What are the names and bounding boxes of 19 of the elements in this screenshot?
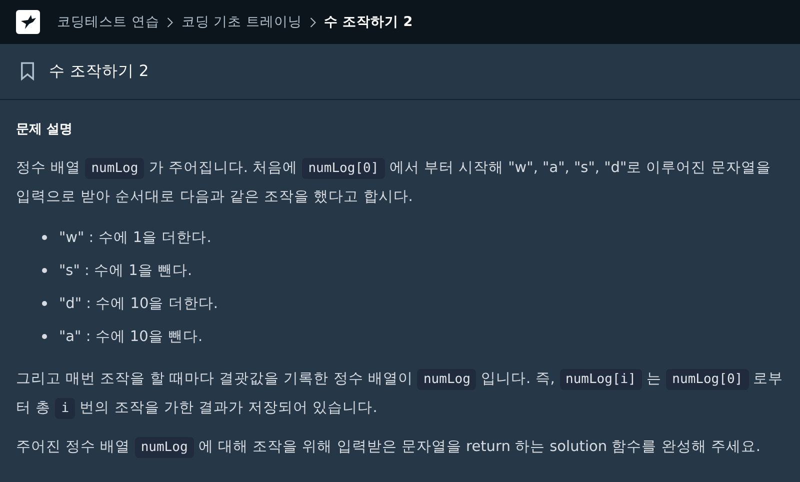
breadcrumb-link[interactable]: 수 조작하기 2	[324, 13, 413, 31]
paragraph: 정수 배열 numLog 가 주어집니다. 처음에 numLog[0] 에서 부터 시작해 "w", "a", "s", "d"로 이루어진 문자열을 입력으로 받아 순서대로 다음과 같은 조작을 했다고 합시다.	[16, 157, 772, 207]
bookmark-icon[interactable]	[20, 62, 35, 81]
chevron-icon	[310, 16, 316, 28]
bullet-icon	[42, 268, 47, 273]
section-title: 문제 설명	[16, 121, 74, 138]
list-item: "d" : 수에 10을 더한다.	[59, 295, 218, 313]
paragraph: 주어진 정수 배열 numLog 에 대해 조작을 위해 입력받은 문자열을 return 하는 solution 함수를 완성해 주세요.	[16, 433, 784, 462]
paragraph: 그리고 매번 조작을 할 때마다 결괏값을 기록한 정수 배열이 numLog 입니다. 즉, numLog[i] 는 numLog[0] 로부터 총 i 번의 조작을 가한 결과가 저장되어 있습니다.	[16, 365, 784, 423]
list-item: "w" : 수에 1을 더한다.	[59, 229, 212, 247]
list-item: "a" : 수에 10을 뺀다.	[59, 328, 203, 346]
list-item: "s" : 수에 1을 뺀다.	[59, 262, 192, 280]
breadcrumb-link[interactable]: 코딩테스트 연습	[57, 13, 160, 31]
bullet-icon	[42, 301, 47, 306]
breadcrumb-link[interactable]: 코딩 기초 트레이닝	[181, 13, 302, 31]
bullet-icon	[42, 334, 47, 339]
chevron-icon	[167, 16, 174, 28]
problem-title: 수 조작하기 2	[49, 61, 149, 82]
bullet-icon	[42, 235, 47, 240]
